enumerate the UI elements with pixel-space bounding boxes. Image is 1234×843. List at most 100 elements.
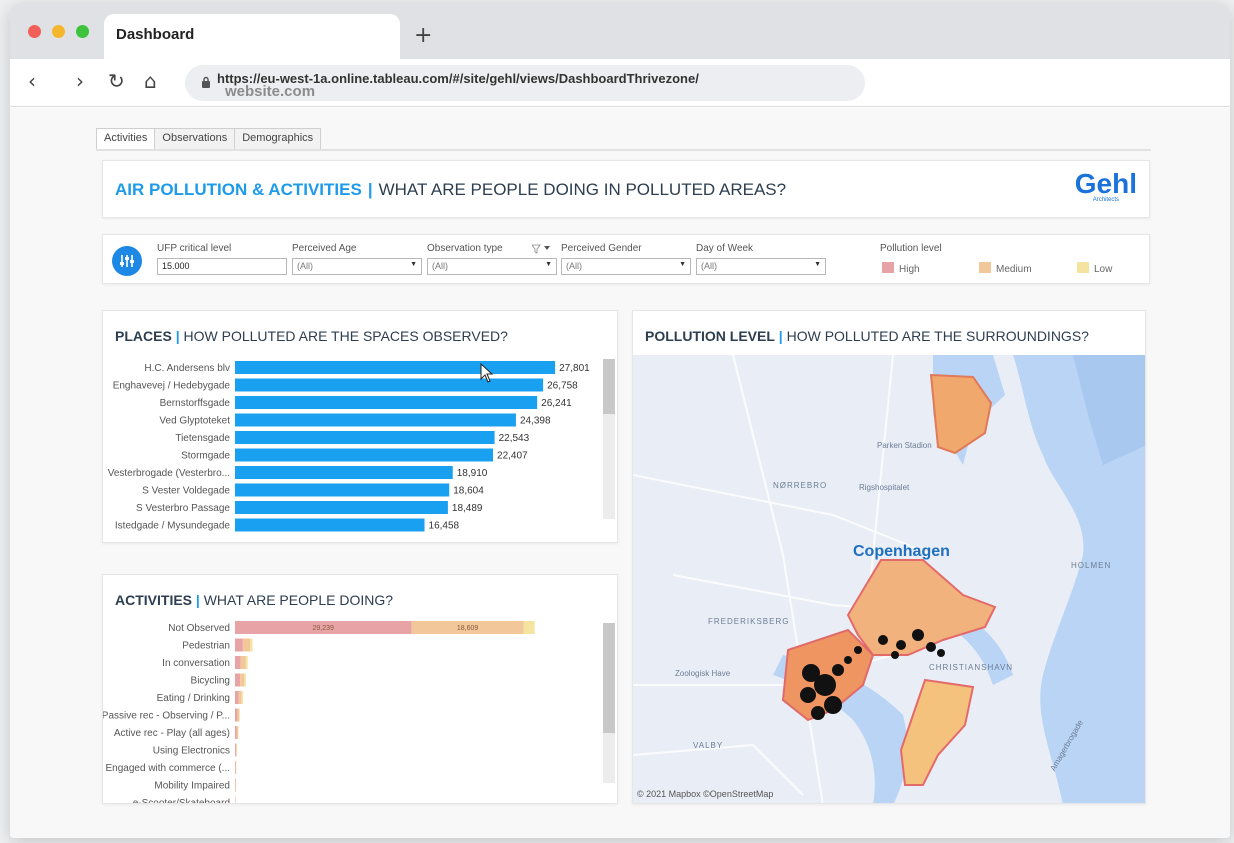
home-button[interactable]: ⌂ bbox=[144, 69, 157, 93]
map-label-valby: VALBY bbox=[693, 741, 724, 750]
activities-bar-segment bbox=[240, 673, 245, 687]
activities-bar-segment bbox=[244, 673, 246, 687]
maximize-window-button[interactable] bbox=[76, 25, 89, 38]
activities-title: ACTIVITIES | WHAT ARE PEOPLE DOING? bbox=[115, 592, 393, 608]
activities-bar-segment bbox=[242, 638, 251, 652]
places-category-label: Stormgade bbox=[181, 451, 230, 462]
filter-funnel-icon[interactable] bbox=[532, 244, 552, 254]
activities-scroll-thumb[interactable] bbox=[603, 623, 615, 733]
dashboard-header: AIR POLLUTION & ACTIVITIES | WHAT ARE PEOP… bbox=[102, 160, 1150, 218]
minimize-window-button[interactable] bbox=[52, 25, 65, 38]
legend-low[interactable]: Low bbox=[1077, 262, 1112, 275]
activities-category-label: Mobility Impaired bbox=[154, 781, 230, 792]
gender-value: (All) bbox=[566, 261, 582, 271]
places-value-label: 18,604 bbox=[453, 486, 484, 497]
activities-category-label: Not Observed bbox=[168, 623, 230, 634]
activities-category-label: Pedestrian bbox=[182, 641, 230, 652]
caret-down-icon: ▼ bbox=[814, 261, 821, 268]
tab-demographics[interactable]: Demographics bbox=[234, 128, 322, 150]
day-value: (All) bbox=[701, 261, 717, 271]
legend-medium[interactable]: Medium bbox=[979, 262, 1032, 275]
places-bar bbox=[235, 431, 495, 444]
activities-bar-segment bbox=[236, 726, 239, 739]
legend-high[interactable]: High bbox=[882, 262, 920, 275]
map-panel: POLLUTION LEVEL | HOW POLLUTED ARE THE S… bbox=[632, 310, 1146, 804]
activities-bar-segment bbox=[240, 656, 246, 669]
places-value-label: 16,458 bbox=[429, 521, 460, 532]
legend-swatch-high bbox=[882, 262, 894, 273]
map-title: POLLUTION LEVEL | HOW POLLUTED ARE THE S… bbox=[645, 328, 1089, 344]
places-scroll-thumb[interactable] bbox=[603, 359, 615, 414]
map-title-rest: HOW POLLUTED ARE THE SURROUNDINGS? bbox=[786, 328, 1089, 344]
places-scrollbar[interactable] bbox=[603, 359, 615, 519]
map-label-zoo: Zoologisk Have bbox=[675, 669, 731, 678]
activities-scrollbar[interactable] bbox=[603, 623, 615, 783]
ufp-value: 15.000 bbox=[162, 261, 190, 271]
places-value-label: 18,910 bbox=[457, 468, 488, 479]
activities-bar-segment bbox=[239, 708, 240, 722]
places-value-label: 22,543 bbox=[499, 433, 530, 444]
places-bar bbox=[235, 396, 538, 409]
page-title: AIR POLLUTION & ACTIVITIES | WHAT ARE PEOP… bbox=[115, 180, 786, 200]
places-category-label: H.C. Andersens blv bbox=[144, 363, 230, 374]
legend-swatch-medium bbox=[979, 262, 991, 273]
obs-type-dropdown[interactable]: (All) ▼ bbox=[427, 258, 557, 275]
places-value-label: 22,407 bbox=[497, 451, 528, 462]
activities-bar-segment bbox=[238, 691, 242, 704]
activities-category-label: Engaged with commerce (... bbox=[106, 763, 231, 774]
places-value-label: 27,801 bbox=[559, 363, 590, 374]
new-tab-button[interactable]: + bbox=[414, 23, 432, 48]
gender-dropdown[interactable]: (All) ▼ bbox=[561, 258, 691, 275]
reload-button[interactable]: ↻ bbox=[108, 69, 125, 93]
tab-activities[interactable]: Activities bbox=[96, 128, 156, 150]
ufp-input[interactable]: 15.000 bbox=[157, 258, 287, 275]
tab-observations[interactable]: Observations bbox=[154, 128, 236, 150]
activities-bar-segment bbox=[235, 691, 239, 704]
places-bar bbox=[235, 466, 453, 479]
activities-category-label: In conversation bbox=[162, 658, 230, 669]
forward-button[interactable]: › bbox=[76, 69, 84, 93]
activities-title-rest: WHAT ARE PEOPLE DOING? bbox=[203, 592, 394, 608]
address-bar[interactable]: website.com https://eu-west-1a.online.ta… bbox=[185, 65, 865, 101]
map-title-separator: | bbox=[778, 328, 783, 344]
gehl-logo: Gehl Architects bbox=[1075, 169, 1137, 204]
back-button[interactable]: ‹ bbox=[28, 69, 36, 93]
places-category-label: S Vesterbro Passage bbox=[136, 503, 230, 514]
close-window-button[interactable] bbox=[28, 25, 41, 38]
filter-bar: UFP critical level 15.000 Perceived Age … bbox=[102, 234, 1150, 284]
activities-panel: ACTIVITIES | WHAT ARE PEOPLE DOING? Not … bbox=[102, 574, 618, 804]
title-accent: AIR POLLUTION & ACTIVITIES bbox=[115, 180, 362, 199]
places-bar bbox=[235, 483, 450, 497]
filter-sliders-icon[interactable] bbox=[112, 246, 142, 276]
activities-bar-segment bbox=[245, 656, 248, 669]
map-label-parken: Parken Stadion bbox=[877, 441, 932, 450]
places-value-label: 26,758 bbox=[547, 381, 578, 392]
legend-low-label: Low bbox=[1094, 264, 1113, 275]
activities-bar-segment bbox=[250, 638, 253, 652]
activities-bar-segment bbox=[235, 726, 237, 739]
places-panel: PLACES | HOW POLLUTED ARE THE SPACES OBS… bbox=[102, 310, 618, 543]
dashboard-tabs: Activities Observations Demographics bbox=[96, 128, 322, 150]
activities-bar-segment bbox=[237, 708, 240, 722]
activities-bar-segment bbox=[235, 638, 243, 652]
places-bar bbox=[235, 501, 448, 514]
activities-bar-segment bbox=[235, 761, 236, 774]
tab-bar: Dashboard + bbox=[10, 3, 1230, 59]
activities-data-label: 29,239 bbox=[313, 625, 335, 632]
browser-tab[interactable]: Dashboard bbox=[104, 14, 400, 59]
places-bar bbox=[235, 448, 494, 462]
map-title-bold: POLLUTION LEVEL bbox=[645, 328, 775, 344]
age-value: (All) bbox=[297, 261, 313, 271]
places-value-label: 18,489 bbox=[452, 503, 483, 514]
places-bar bbox=[235, 518, 425, 532]
age-dropdown[interactable]: (All) ▼ bbox=[292, 258, 422, 275]
day-dropdown[interactable]: (All) ▼ bbox=[696, 258, 826, 275]
activities-bar-segment bbox=[523, 621, 535, 634]
activities-bar-segment bbox=[235, 656, 241, 669]
places-title-separator: | bbox=[175, 328, 180, 344]
places-value-label: 24,398 bbox=[520, 416, 551, 427]
places-category-label: Istedgade / Mysundegade bbox=[115, 521, 231, 532]
activities-category-label: Active rec - Play (all ages) bbox=[114, 728, 230, 739]
places-category-label: Tietensgade bbox=[175, 433, 230, 444]
places-category-label: Bernstorffsgade bbox=[160, 398, 231, 409]
